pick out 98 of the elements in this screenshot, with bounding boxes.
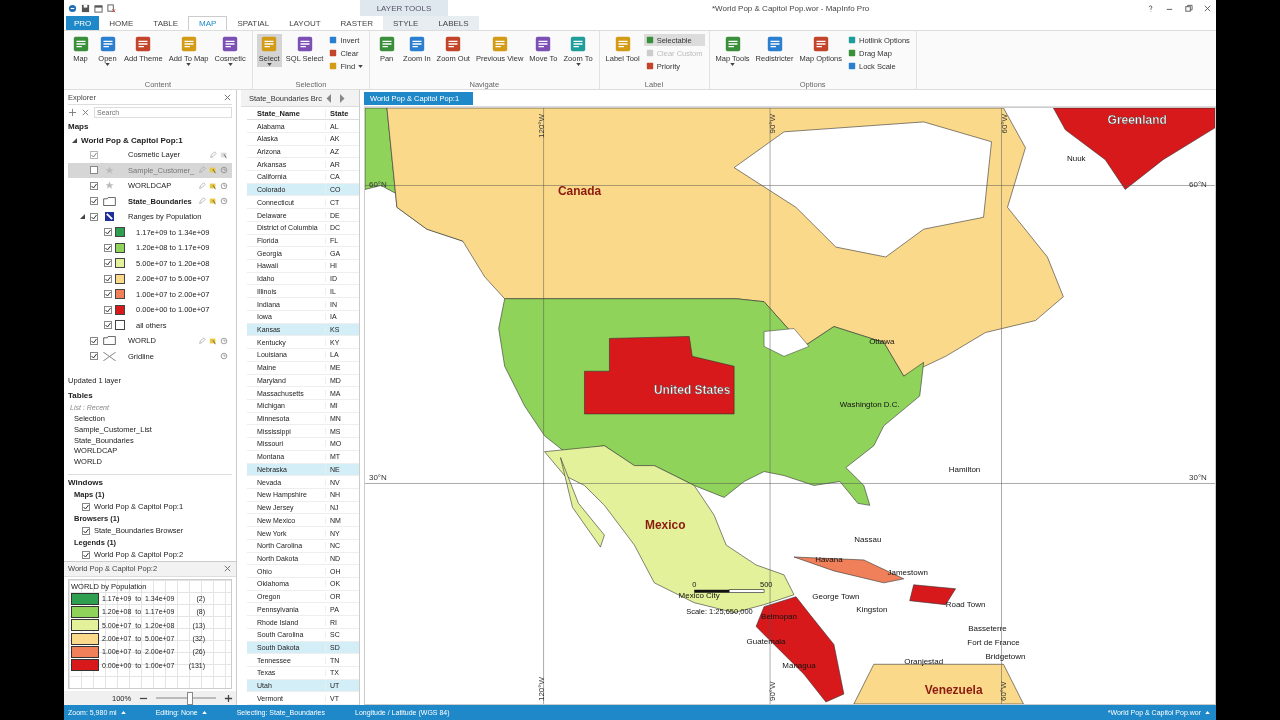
map-label: Canada [557, 184, 602, 199]
close-icon[interactable] [1203, 3, 1212, 13]
checkbox[interactable] [104, 321, 112, 330]
tool-icon [534, 35, 553, 53]
caret-icon [227, 63, 233, 66]
close-icon[interactable] [223, 92, 232, 102]
tool-icon [811, 35, 830, 53]
checkbox[interactable] [104, 290, 112, 299]
ribbon-tab[interactable]: RASTER [330, 16, 384, 30]
window-title: *World Pop & Capitol Pop.wor - MapInfo Pro [712, 3, 870, 13]
save-icon[interactable] [81, 3, 90, 13]
close-icon[interactable] [223, 564, 232, 574]
checkbox[interactable] [90, 352, 98, 361]
tool-icon [71, 35, 90, 53]
checkbox[interactable] [82, 503, 90, 511]
tool-icon [98, 35, 117, 53]
section-header[interactable]: Windows [68, 477, 232, 489]
checkbox[interactable] [82, 551, 90, 559]
section-header[interactable]: Maps [68, 121, 232, 133]
checkbox[interactable] [104, 243, 112, 252]
help-icon[interactable] [1146, 3, 1155, 13]
restore-icon[interactable] [1184, 3, 1193, 13]
tool-icon [765, 35, 784, 53]
map-label: 60°W [999, 113, 1009, 134]
ribbon-tab[interactable]: HOME [99, 16, 144, 30]
select-arrow-icon[interactable] [209, 197, 217, 206]
checkbox[interactable] [90, 181, 98, 190]
caret-icon [105, 63, 110, 66]
scroll-left-icon[interactable] [324, 93, 334, 103]
caret-icon [575, 63, 581, 66]
collapse-icon[interactable] [72, 137, 77, 143]
region-icon [102, 196, 116, 206]
app-logo-icon [68, 3, 77, 13]
tool-icon [407, 35, 426, 53]
region-icon [102, 336, 116, 346]
caret-icon [120, 711, 126, 714]
context-group-label: LAYER TOOLS [360, 0, 448, 16]
map-label: United States [654, 383, 731, 398]
tool-icon [569, 35, 588, 53]
tool-icon [221, 35, 240, 53]
map-label: Greenland [1107, 112, 1167, 127]
caret-icon [201, 711, 207, 714]
map-label: 120°W [536, 113, 546, 138]
collapse-icon[interactable] [80, 214, 85, 220]
zoom-in-icon[interactable] [224, 693, 234, 703]
caret-icon [1205, 711, 1210, 714]
checkbox[interactable] [104, 274, 112, 283]
section-header[interactable]: Tables [68, 390, 232, 402]
tool-icon [134, 35, 153, 53]
tool-icon [295, 35, 314, 53]
tool-icon [179, 35, 198, 53]
star-icon [104, 181, 114, 191]
select-arrow-icon[interactable] [220, 150, 228, 159]
map-label: Mexico [645, 518, 686, 533]
map-label: 120°W [536, 677, 546, 701]
map-label: 90°W [768, 113, 778, 134]
scale-bar [694, 589, 765, 593]
checkbox[interactable] [90, 197, 98, 206]
lake [763, 328, 810, 357]
theme-icon [104, 212, 114, 222]
tool-icon [613, 35, 632, 53]
slider-thumb[interactable] [187, 691, 193, 705]
ribbon-tab[interactable]: STYLE [383, 16, 429, 30]
remove-icon[interactable] [81, 107, 90, 117]
window-icon[interactable] [94, 3, 103, 13]
checkbox[interactable] [90, 166, 98, 175]
caret-icon [266, 63, 272, 66]
add-icon[interactable] [68, 107, 77, 117]
tool-icon [490, 35, 509, 53]
caret-icon [358, 64, 364, 68]
checkbox[interactable] [90, 212, 98, 221]
map-label: 90°W [768, 681, 778, 701]
checkbox[interactable] [104, 259, 112, 268]
ribbon-tab[interactable]: MAP [188, 16, 228, 30]
checkbox[interactable] [82, 527, 90, 535]
ribbon-tab[interactable]: PRO [66, 16, 100, 30]
tool-icon [723, 35, 742, 53]
tool-icon [444, 35, 463, 53]
checkbox[interactable] [104, 228, 112, 237]
caret-icon [186, 63, 192, 66]
checkbox[interactable] [104, 305, 112, 314]
map-label: Venezuela [924, 683, 983, 698]
select-arrow-icon[interactable] [209, 166, 217, 175]
ribbon-tab[interactable]: LAYOUT [279, 16, 331, 30]
gridline-icon [102, 351, 116, 361]
caret-icon [730, 63, 735, 66]
tool-icon [260, 35, 279, 53]
select-arrow-icon[interactable] [209, 181, 217, 190]
ribbon-tab[interactable]: SPATIAL [227, 16, 280, 30]
checkbox[interactable] [90, 336, 98, 345]
close-table-icon[interactable] [107, 3, 116, 13]
star-icon [104, 165, 114, 175]
select-arrow-icon[interactable] [209, 336, 217, 345]
ribbon-tab[interactable]: TABLE [143, 16, 189, 30]
ribbon-tab[interactable]: LABELS [428, 16, 479, 30]
tool-icon [377, 35, 396, 53]
map-label: 60°W [999, 681, 1009, 701]
map-name[interactable]: World Pop & Capitol Pop:1 [81, 135, 183, 145]
